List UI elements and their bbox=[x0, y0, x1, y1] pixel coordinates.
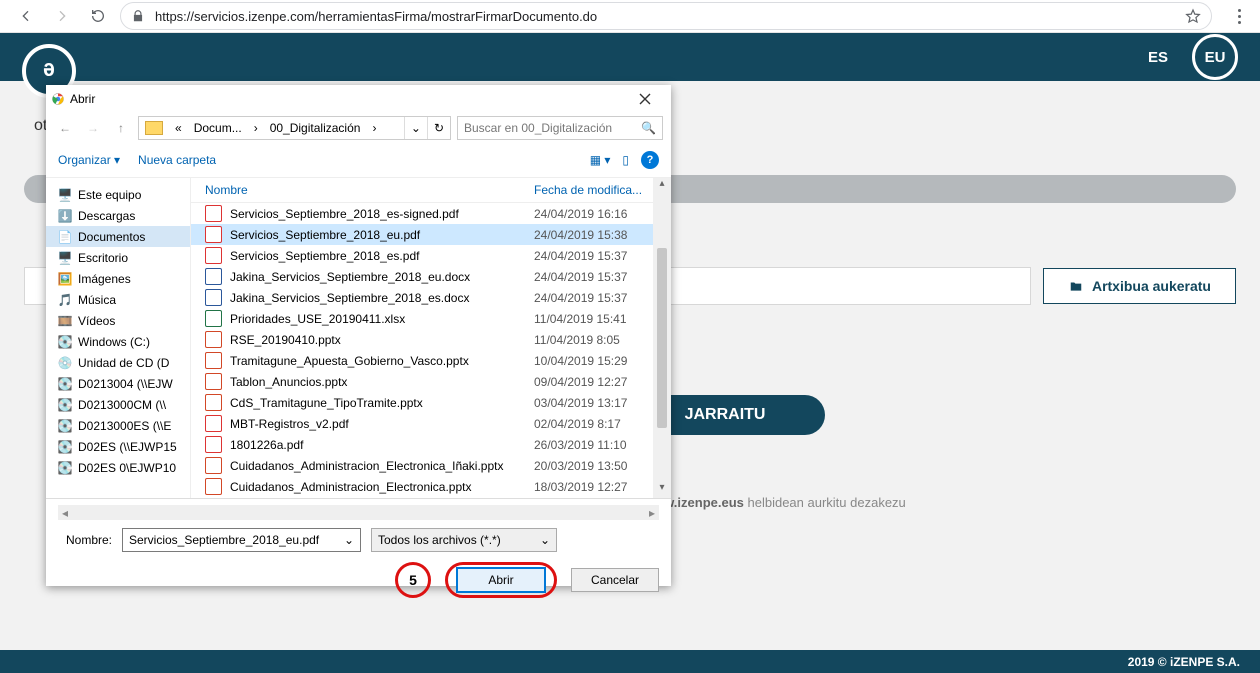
pdf-icon bbox=[205, 205, 222, 222]
nav-item[interactable]: ⬇️Descargas bbox=[46, 205, 190, 226]
file-row[interactable]: 1801226a.pdf26/03/2019 11:10 bbox=[191, 434, 653, 455]
forward-button[interactable] bbox=[48, 2, 76, 30]
file-row[interactable]: CdS_Tramitagune_TipoTramite.pptx03/04/20… bbox=[191, 392, 653, 413]
pdf-icon bbox=[205, 436, 222, 453]
callout-open: Abrir bbox=[445, 562, 557, 598]
file-row[interactable]: Servicios_Septiembre_2018_eu.pdf24/04/20… bbox=[191, 224, 653, 245]
col-name[interactable]: Nombre bbox=[191, 183, 530, 197]
nav-item[interactable]: 💽D02ES (\\EJWP15 bbox=[46, 436, 190, 457]
filename-field[interactable]: Servicios_Septiembre_2018_eu.pdf⌄ bbox=[122, 528, 361, 552]
callout-5: 5 bbox=[395, 562, 431, 598]
pptx-icon bbox=[205, 352, 222, 369]
nav-icon: 🖼️ bbox=[58, 272, 72, 286]
search-icon: 🔍 bbox=[641, 121, 656, 135]
open-file-dialog: Abrir ← → ↑ « Docum...› 00_Digitalizació… bbox=[46, 85, 671, 586]
pptx-icon bbox=[205, 394, 222, 411]
nav-icon: ⬇️ bbox=[58, 209, 72, 223]
nav-item[interactable]: 💿Unidad de CD (D bbox=[46, 352, 190, 373]
nav-fwd-icon[interactable]: → bbox=[82, 121, 104, 135]
file-row[interactable]: Tablon_Anuncios.pptx09/04/2019 12:27 bbox=[191, 371, 653, 392]
menu-icon[interactable] bbox=[1230, 9, 1248, 24]
scrollbar[interactable]: ▴▾ bbox=[653, 178, 671, 498]
nav-item[interactable]: 💽Windows (C:) bbox=[46, 331, 190, 352]
nav-icon: 💽 bbox=[58, 335, 72, 349]
h-scrollbar[interactable]: ◂▸ bbox=[58, 505, 659, 520]
nav-item[interactable]: 💽D02ES 0\EJWP10 bbox=[46, 457, 190, 478]
nav-item[interactable]: 🖥️Este equipo bbox=[46, 184, 190, 205]
nav-icon: 💿 bbox=[58, 356, 72, 370]
file-row[interactable]: Jakina_Servicios_Septiembre_2018_eu.docx… bbox=[191, 266, 653, 287]
nav-item[interactable]: 💽D0213000CM (\\ bbox=[46, 394, 190, 415]
nav-icon: 📄 bbox=[58, 230, 72, 244]
nav-item[interactable]: 💽D0213000ES (\\E bbox=[46, 415, 190, 436]
pdf-icon bbox=[205, 415, 222, 432]
lang-eu[interactable]: EU bbox=[1192, 34, 1238, 80]
pptx-icon bbox=[205, 373, 222, 390]
filter-field[interactable]: Todos los archivos (*.*)⌄ bbox=[371, 528, 557, 552]
choose-file-button[interactable]: Artxibua aukeratu bbox=[1043, 268, 1236, 304]
nav-icon: 💽 bbox=[58, 461, 72, 475]
file-row[interactable]: MBT-Registros_v2.pdf02/04/2019 8:17 bbox=[191, 413, 653, 434]
star-icon[interactable] bbox=[1185, 8, 1201, 24]
lock-icon bbox=[131, 9, 145, 23]
pptx-icon bbox=[205, 478, 222, 495]
open-button[interactable]: Abrir bbox=[456, 567, 546, 593]
file-row[interactable]: RSE_20190410.pptx11/04/2019 8:05 bbox=[191, 329, 653, 350]
file-list[interactable]: Servicios_Septiembre_2018_es-signed.pdf2… bbox=[191, 203, 653, 498]
file-row[interactable]: Servicios_Septiembre_2018_es.pdf24/04/20… bbox=[191, 245, 653, 266]
nav-icon: 💽 bbox=[58, 440, 72, 454]
cancel-button[interactable]: Cancelar bbox=[571, 568, 659, 592]
col-date[interactable]: Fecha de modifica... bbox=[530, 183, 653, 197]
reload-button[interactable] bbox=[84, 2, 112, 30]
file-row[interactable]: Jakina_Servicios_Septiembre_2018_es.docx… bbox=[191, 287, 653, 308]
pptx-icon bbox=[205, 457, 222, 474]
breadcrumb[interactable]: « Docum...› 00_Digitalización› ⌄ ↻ bbox=[138, 116, 451, 140]
nav-icon: 💽 bbox=[58, 377, 72, 391]
view-icon[interactable]: ▦ ▾ bbox=[590, 153, 611, 167]
docx-icon bbox=[205, 268, 222, 285]
preview-icon[interactable]: ▯ bbox=[622, 153, 629, 167]
pdf-icon bbox=[205, 247, 222, 264]
folder-icon bbox=[145, 121, 163, 135]
file-row[interactable]: Tramitagune_Apuesta_Gobierno_Vasco.pptx1… bbox=[191, 350, 653, 371]
file-row[interactable]: Cuidadanos_Administracion_Electronica.pp… bbox=[191, 476, 653, 497]
nav-item[interactable]: 💽D0213004 (\\EJW bbox=[46, 373, 190, 394]
pdf-icon bbox=[205, 226, 222, 243]
back-button[interactable] bbox=[12, 2, 40, 30]
file-row[interactable]: Cuidadanos_Administracion_Electronica_Iñ… bbox=[191, 455, 653, 476]
lang-es[interactable]: ES bbox=[1138, 37, 1178, 77]
new-folder-button[interactable]: Nueva carpeta bbox=[138, 153, 216, 167]
nav-item[interactable]: 🎵Música bbox=[46, 289, 190, 310]
dialog-title: Abrir bbox=[70, 92, 95, 106]
nav-up-icon[interactable]: ↑ bbox=[110, 121, 132, 135]
file-row[interactable]: Servicios_Septiembre_2018_es-signed.pdf2… bbox=[191, 203, 653, 224]
search-input[interactable]: Buscar en 00_Digitalización 🔍 bbox=[457, 116, 663, 140]
chrome-icon bbox=[52, 93, 64, 105]
nav-icon: 🖥️ bbox=[58, 251, 72, 265]
filename-label: Nombre: bbox=[58, 533, 112, 547]
url-text: https://servicios.izenpe.com/herramienta… bbox=[155, 9, 597, 24]
folder-open-icon bbox=[1068, 279, 1084, 293]
help-icon[interactable]: ? bbox=[641, 151, 659, 169]
nav-icon: 🖥️ bbox=[58, 188, 72, 202]
nav-item[interactable]: 🖥️Escritorio bbox=[46, 247, 190, 268]
nav-icon: 🎞️ bbox=[58, 314, 72, 328]
nav-icon: 💽 bbox=[58, 398, 72, 412]
copyright: 2019 © iZENPE S.A. bbox=[0, 650, 1260, 673]
close-button[interactable] bbox=[625, 87, 665, 111]
nav-icon: 💽 bbox=[58, 419, 72, 433]
nav-back-icon[interactable]: ← bbox=[54, 121, 76, 135]
nav-item[interactable]: 🖼️Imágenes bbox=[46, 268, 190, 289]
nav-item[interactable]: 🎞️Vídeos bbox=[46, 310, 190, 331]
nav-icon: 🎵 bbox=[58, 293, 72, 307]
nav-tree[interactable]: 🖥️Este equipo⬇️Descargas📄Documentos🖥️Esc… bbox=[46, 178, 191, 498]
address-bar[interactable]: https://servicios.izenpe.com/herramienta… bbox=[120, 2, 1212, 30]
xlsx-icon bbox=[205, 310, 222, 327]
docx-icon bbox=[205, 289, 222, 306]
pptx-icon bbox=[205, 331, 222, 348]
organize-menu[interactable]: Organizar ▾ bbox=[58, 153, 120, 167]
nav-item[interactable]: 📄Documentos bbox=[46, 226, 190, 247]
file-row[interactable]: Prioridades_USE_20190411.xlsx11/04/2019 … bbox=[191, 308, 653, 329]
